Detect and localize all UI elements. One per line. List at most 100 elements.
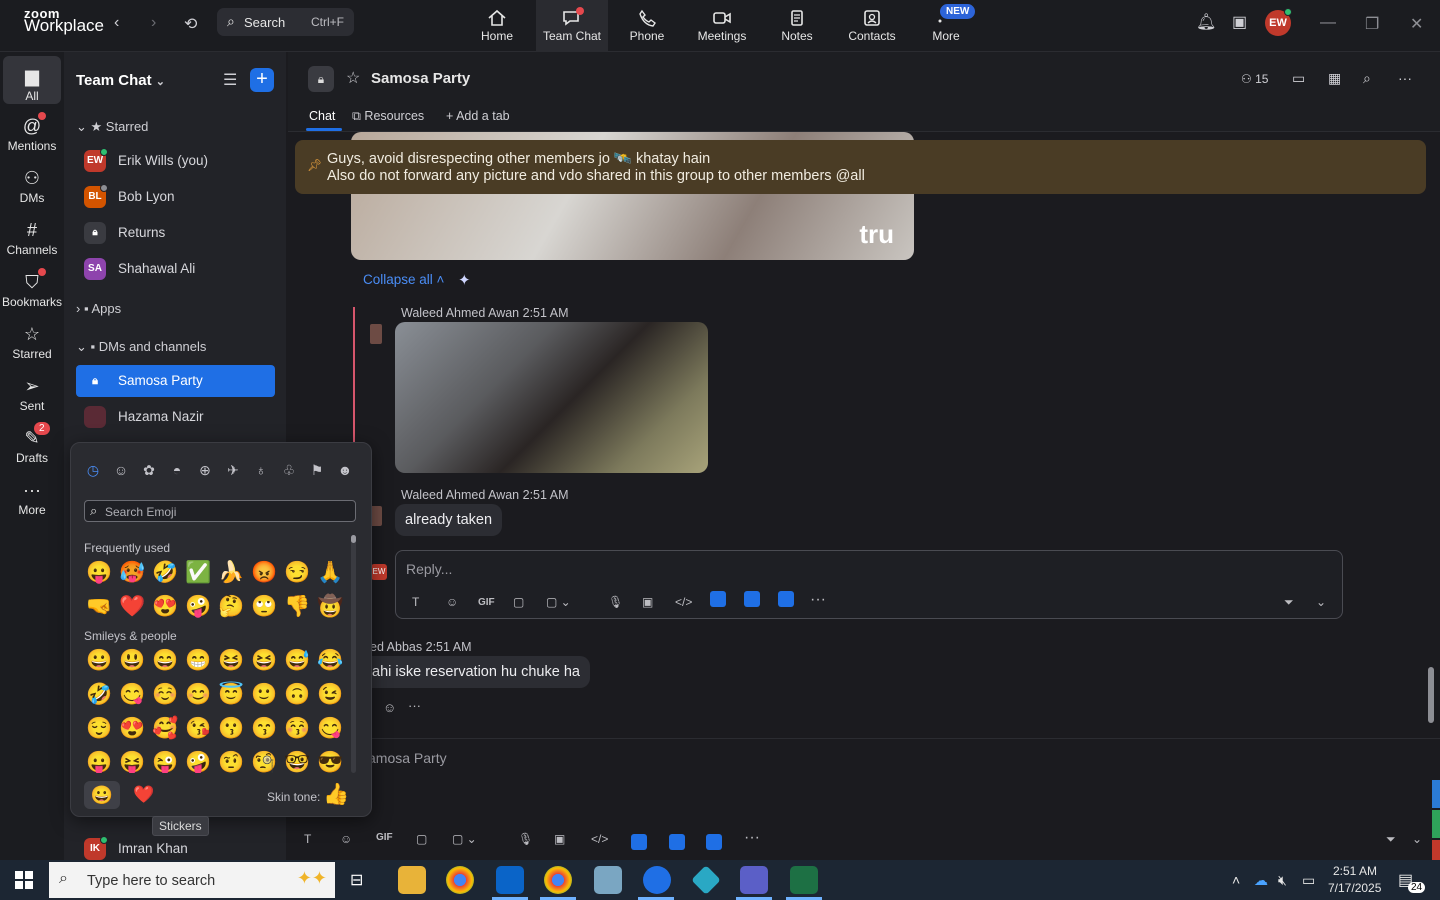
mic-icon[interactable]: 🎙︎ <box>608 595 623 609</box>
emoji-option[interactable]: 🤔 <box>215 595 248 619</box>
clock-date[interactable]: 7/17/2025 <box>1328 881 1381 895</box>
calendar-icon[interactable]: ▦ <box>1328 70 1341 87</box>
starred-item-0[interactable]: EW Erik Wills (you) <box>76 145 275 177</box>
outlook-icon[interactable] <box>496 866 524 894</box>
picker-scroll-thumb[interactable] <box>351 535 356 543</box>
emoji-option[interactable]: 🤪 <box>182 595 215 619</box>
screenshot-icon[interactable]: ▢ ⌄ <box>546 595 571 609</box>
nav-contacts[interactable]: Contacts <box>836 0 908 52</box>
video-message-icon[interactable]: ▣ <box>554 832 565 846</box>
maximize-icon[interactable]: ❐ <box>1365 14 1379 34</box>
emoji-option[interactable]: 🥵 <box>116 561 149 585</box>
video-call-icon[interactable]: ▭ <box>1292 70 1305 87</box>
tray-chevron-icon[interactable]: ˄ <box>1232 872 1240 888</box>
emoji-option[interactable]: 🙂 <box>248 683 281 707</box>
emoji-option[interactable]: 😎 <box>314 751 347 773</box>
channel-samosa-party[interactable]: 🔒︎ Samosa Party <box>76 365 275 397</box>
section-starred[interactable]: ⌄ ★ Starred <box>76 119 148 135</box>
emoji-option[interactable]: 🤜 <box>83 595 116 619</box>
picker-scrollbar[interactable] <box>351 535 356 773</box>
emoji-option[interactable]: 😝 <box>116 751 149 773</box>
emoji-option[interactable]: ✅ <box>182 561 215 585</box>
chrome-profile-icon[interactable] <box>544 866 572 894</box>
animal-category-icon[interactable]: ✿ <box>139 462 159 479</box>
pinned-message[interactable]: 📌︎ Guys, avoid disrespecting other membe… <box>295 140 1426 194</box>
avatar[interactable] <box>370 324 382 344</box>
zoom-icon[interactable] <box>643 866 671 894</box>
shared-photo[interactable] <box>395 322 708 473</box>
mic-icon[interactable]: 🎙︎ <box>518 832 533 846</box>
gif-icon[interactable]: GIF <box>478 597 495 608</box>
emoji-option[interactable]: 😗 <box>215 717 248 741</box>
objects-category-icon[interactable]: ♁ <box>251 462 271 478</box>
clock-time[interactable]: 2:51 AM <box>1333 864 1377 878</box>
volume-icon[interactable]: 🔇︎ <box>1278 872 1287 889</box>
filter-icon[interactable]: ☰ <box>223 70 237 90</box>
add-button[interactable]: + <box>250 68 274 92</box>
rail-channels[interactable]: # Channels <box>0 220 64 257</box>
emoji-tab[interactable]: 😀 <box>84 781 120 809</box>
onedrive-icon[interactable]: ☁ <box>1254 872 1268 889</box>
emoji-option[interactable]: 😍 <box>116 717 149 741</box>
emoji-option[interactable]: 🙃 <box>281 683 314 707</box>
nav-phone[interactable]: Phone <box>611 0 683 52</box>
emoji-option[interactable]: 🙄 <box>248 595 281 619</box>
file-explorer-icon[interactable] <box>398 866 426 894</box>
travel-category-icon[interactable]: ✈ <box>223 462 243 479</box>
calendar-app-icon[interactable]: ▣ <box>1232 12 1247 32</box>
emoji-option[interactable]: 😆 <box>215 649 248 673</box>
emoji-option[interactable]: 😀 <box>83 649 116 673</box>
emoji-option[interactable]: 😇 <box>215 683 248 707</box>
emoji-option[interactable]: 😊 <box>182 683 215 707</box>
close-icon[interactable]: ✕ <box>1410 14 1423 34</box>
gif-icon[interactable]: GIF <box>376 832 393 843</box>
rail-drafts[interactable]: ✎ Drafts <box>0 428 64 465</box>
nav-notes[interactable]: Notes <box>761 0 833 52</box>
starred-item-2[interactable]: 🔒︎ Returns <box>76 217 275 249</box>
app-icon[interactable] <box>691 865 721 895</box>
message-bubble[interactable]: ahi iske reservation hu chuke ha <box>362 656 590 688</box>
emoji-option[interactable]: 😛 <box>83 561 116 585</box>
emoji-option[interactable]: 🥰 <box>149 717 182 741</box>
emoji-icon[interactable]: ☺ <box>340 832 352 846</box>
emoji-option[interactable]: 😌 <box>83 717 116 741</box>
members-count[interactable]: ⚇ 15 <box>1241 72 1268 86</box>
app-icon-1[interactable] <box>631 834 647 850</box>
send-options-icon[interactable]: ⌄ <box>1412 832 1422 846</box>
more-options-icon[interactable]: ··· <box>1398 70 1412 86</box>
send-options-icon[interactable]: ⌄ <box>1316 595 1326 609</box>
emoji-option[interactable]: 😜 <box>149 751 182 773</box>
custom-category-icon[interactable]: ☻ <box>335 462 355 478</box>
emoji-option[interactable]: 😆 <box>248 649 281 673</box>
emoji-option[interactable]: 😋 <box>116 683 149 707</box>
message-more-icon[interactable]: ··· <box>408 698 421 713</box>
chrome-icon[interactable] <box>446 866 474 894</box>
app-icon-2[interactable] <box>744 591 760 607</box>
emoji-option[interactable]: 🧐 <box>248 751 281 773</box>
starred-item-3[interactable]: SA Shahawal Ali <box>76 253 275 285</box>
emoji-icon[interactable]: ☺ <box>446 595 458 609</box>
emoji-option[interactable]: 😃 <box>116 649 149 673</box>
app-icon-3[interactable] <box>778 591 794 607</box>
emoji-option[interactable]: 😚 <box>281 717 314 741</box>
rail-all[interactable]: ▆ All <box>3 56 61 104</box>
emoji-option[interactable]: 😂 <box>314 649 347 673</box>
teams-icon[interactable] <box>740 866 768 894</box>
emoji-option[interactable]: ❤️ <box>116 595 149 619</box>
rail-bookmarks[interactable]: ⛉ Bookmarks <box>0 272 64 309</box>
emoji-option[interactable]: 😘 <box>182 717 215 741</box>
emoji-option[interactable]: 😁 <box>182 649 215 673</box>
app-icon-2[interactable] <box>669 834 685 850</box>
app-icon-3[interactable] <box>706 834 722 850</box>
taskbar-search[interactable]: ⌕ Type here to search ✦✦ <box>49 862 335 898</box>
tab-resources[interactable]: ⧉ Resources <box>352 109 424 124</box>
ai-sparkle-icon[interactable]: ✦ <box>458 271 471 289</box>
send-icon[interactable]: ⏷ <box>1284 595 1294 610</box>
chat-scrollbar[interactable] <box>1428 667 1434 723</box>
nav-team-chat[interactable]: Team Chat <box>536 0 608 52</box>
emoji-option[interactable]: 🤓 <box>281 751 314 773</box>
code-icon[interactable]: </> <box>591 832 608 846</box>
minimize-icon[interactable]: — <box>1320 14 1336 32</box>
recent-icon[interactable]: ◷ <box>83 462 103 479</box>
emoji-search-input[interactable]: ⌕ Search Emoji <box>84 500 356 522</box>
